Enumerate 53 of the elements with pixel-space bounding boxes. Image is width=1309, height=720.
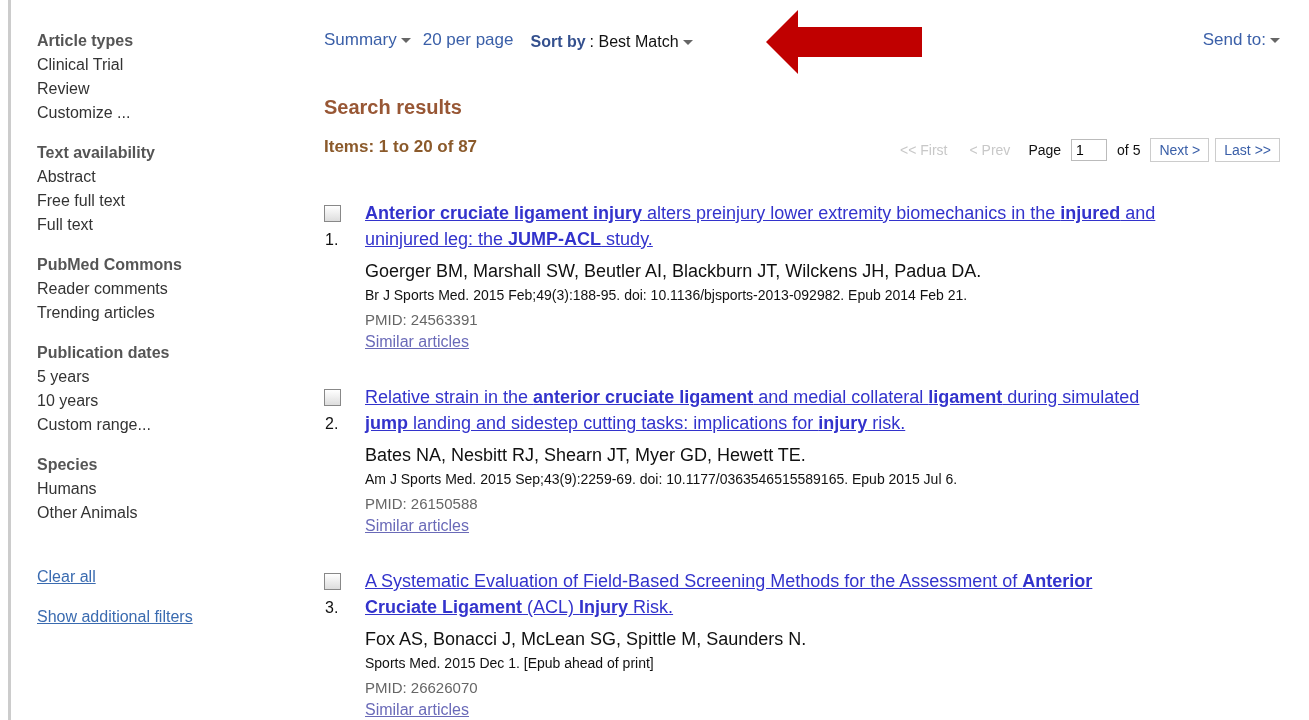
per-page-dropdown[interactable]: 20 per page [422,30,514,50]
result-title-link[interactable]: Relative strain in the anterior cruciate ligament and medial collateral ligament during simulated jump landing and sidestep cutting tasks: implications for injury risk. [365,384,1140,436]
filter-link[interactable]: 10 years [37,389,99,413]
result-pmid: PMID: 24563391 [365,310,478,330]
result-number: 1. [325,231,340,249]
last-page-button[interactable]: Last >> [1215,138,1280,162]
format-dropdown[interactable]: Summary [324,30,411,50]
result-pmid: PMID: 26150588 [365,494,478,514]
result-citation: Sports Med. 2015 Dec 1. [Epub ahead of print] [365,654,654,673]
result-number: 2. [325,415,340,433]
filter-link[interactable]: Full text [37,213,93,237]
filter-action-link[interactable]: Show additional filters [37,605,193,629]
page-total: of 5 [1117,142,1141,158]
similar-articles-link[interactable]: Similar articles [365,700,469,720]
filter-link[interactable]: Abstract [37,165,96,189]
arrow-icon [766,10,922,74]
results-heading: Search results [324,95,463,120]
filter-link[interactable]: Reader comments [37,277,168,301]
result-pmid: PMID: 26626070 [365,678,478,698]
items-count: Items: 1 to 20 of 87 [324,137,478,157]
filter-link[interactable]: Clinical Trial [37,53,124,77]
page-input[interactable]: 1 [1071,139,1108,161]
result-authors: Fox AS, Bonacci J, McLean SG, Spittle M, Saunders N. [365,628,807,651]
filter-link[interactable]: Other Animals [37,501,138,525]
result-authors: Goerger BM, Marshall SW, Beutler AI, Blackburn JT, Wilckens JH, Padua DA. [365,260,982,283]
result-checkbox[interactable] [324,389,341,406]
filter-link[interactable]: Customize ... [37,101,131,125]
result-citation: Br J Sports Med. 2015 Feb;49(3):188-95. doi: 10.1136/bjsports-2013-092982. Epub 2014 Feb 21. [365,286,968,305]
similar-articles-link[interactable]: Similar articles [365,332,469,352]
filter-heading: PubMed Commons [37,255,183,275]
filter-heading: Publication dates [37,343,171,363]
result-checkbox[interactable] [324,573,341,590]
filter-link[interactable]: Review [37,77,90,101]
result-title-link[interactable]: Anterior cruciate ligament injury alters preinjury lower extremity biomechanics in the injured and uninjured leg: the JUMP-ACL study. [365,200,1156,252]
next-page-button[interactable]: Next > [1150,138,1210,162]
result-checkbox[interactable] [324,205,341,222]
result-number: 3. [325,599,340,617]
filter-link[interactable]: Trending articles [37,301,155,325]
filter-heading: Article types [37,31,135,51]
filter-link[interactable]: 5 years [37,365,90,389]
filter-link[interactable]: Free full text [37,189,126,213]
sort-dropdown[interactable]: Sort by : Best Match [530,33,693,51]
filter-heading: Text availability [37,143,156,163]
filter-link[interactable]: Custom range... [37,413,151,437]
result-authors: Bates NA, Nesbitt RJ, Shearn JT, Myer GD, Hewett TE. [365,444,806,467]
page-label: Page [1028,142,1062,158]
result-title-link[interactable]: A Systematic Evaluation of Field-Based Screening Methods for the Assessment of Anterior Cruciate Ligament (ACL) Injury Risk. [365,568,1093,620]
filter-action-link[interactable]: Clear all [37,565,96,589]
similar-articles-link[interactable]: Similar articles [365,516,469,536]
result-citation: Am J Sports Med. 2015 Sep;43(9):2259-69. doi: 10.1177/0363546515589165. Epub 2015 Jul 6. [365,470,958,489]
send-to-dropdown[interactable]: Send to: [1202,30,1280,50]
filter-link[interactable]: Humans [37,477,97,501]
filter-heading: Species [37,455,99,475]
